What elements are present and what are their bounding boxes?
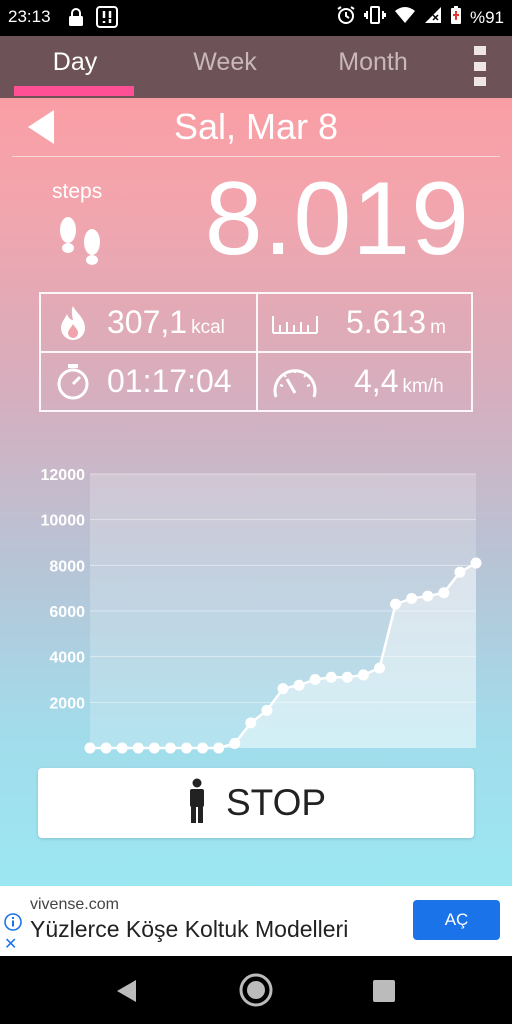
y-tick-label: 12000 (41, 467, 86, 484)
wifi-icon (394, 6, 416, 29)
tab-month[interactable]: Month (298, 36, 448, 98)
data-point (374, 662, 385, 674)
ad-close-icon[interactable]: ✕ (4, 934, 17, 954)
data-point (100, 742, 112, 754)
distance-unit: m (430, 317, 446, 338)
steps-count: 8.019 (204, 161, 470, 277)
speed-value: 4,4 (354, 363, 399, 399)
calories-value: 307,1 (107, 304, 188, 340)
data-point (454, 566, 466, 578)
ad-banner[interactable]: ✕ vivense.com Yüzlerce Köşe Koltuk Model… (0, 886, 512, 956)
data-point (116, 742, 128, 754)
data-point (277, 683, 289, 695)
active-tab-indicator (14, 86, 134, 96)
speedometer-icon (270, 361, 320, 408)
y-tick-label: 2000 (49, 695, 85, 712)
data-point (293, 679, 305, 691)
data-point (261, 704, 273, 716)
data-point (406, 592, 418, 604)
signal-icon (424, 6, 442, 29)
ad-cta-button[interactable]: AÇ (413, 900, 500, 940)
nav-back-icon[interactable] (114, 978, 138, 1008)
status-time: 23:13 (8, 7, 51, 26)
y-tick-label: 8000 (49, 558, 85, 575)
speed-unit: km/h (402, 376, 444, 397)
data-point (132, 742, 144, 754)
app-notification-icon (96, 6, 118, 33)
data-point (245, 717, 257, 729)
data-point (148, 742, 160, 754)
distance-cell: 5.613 m (258, 294, 471, 351)
steps-chart: 2000400060008000100001200024681012141618… (0, 426, 512, 778)
current-date: Sal, Mar 8 (173, 106, 339, 147)
data-point (438, 587, 450, 599)
data-point (422, 590, 434, 602)
divider (12, 156, 500, 157)
nav-home-icon[interactable] (238, 972, 274, 1012)
battery-level: %91 (469, 7, 504, 27)
status-bar: 23:13 %91 (0, 0, 512, 36)
data-point (357, 669, 369, 681)
duration-value: 01:17:04 (107, 363, 232, 399)
vibrate-icon (363, 5, 386, 30)
calories-cell: 307,1 kcal (41, 294, 256, 351)
nav-recents-icon[interactable] (372, 979, 396, 1007)
stop-button-label: STOP (225, 782, 327, 823)
ad-info-icon[interactable] (4, 913, 22, 935)
battery-icon (450, 5, 462, 30)
stop-button[interactable]: STOP (38, 768, 474, 838)
overflow-menu-icon[interactable] (474, 46, 488, 86)
flame-icon (57, 304, 89, 347)
data-point (470, 557, 482, 569)
system-nav-bar (0, 956, 512, 1024)
data-point (325, 671, 337, 683)
data-point (213, 742, 225, 754)
stopwatch-icon (53, 361, 93, 406)
data-point (197, 742, 209, 754)
calories-unit: kcal (191, 317, 225, 338)
distance-value: 5.613 (346, 304, 427, 340)
tab-bar: Day Week Month (0, 36, 512, 98)
speed-cell: 4,4 km/h (258, 353, 471, 410)
steps-chart-svg: 2000400060008000100001200024681012141618… (41, 467, 486, 778)
y-tick-label: 6000 (49, 604, 85, 621)
data-point (229, 737, 241, 749)
date-row: Sal, Mar 8 (0, 98, 512, 156)
data-point (84, 742, 96, 754)
stats-grid: 307,1 kcal 5.613 m 01:17:04 4,4 km/h (39, 292, 473, 412)
data-point (341, 671, 353, 683)
ruler-icon (272, 312, 318, 339)
ad-title[interactable]: Yüzlerce Köşe Koltuk Modelleri (30, 916, 348, 943)
steps-label: steps (52, 180, 103, 203)
tab-week[interactable]: Week (150, 36, 300, 98)
footprints-icon (54, 212, 108, 278)
ad-domain: vivense.com (30, 896, 119, 913)
y-tick-label: 10000 (41, 513, 86, 530)
alarm-icon (336, 5, 356, 30)
data-point (181, 742, 192, 754)
data-point (390, 598, 402, 610)
y-tick-label: 4000 (49, 650, 85, 667)
data-point (164, 742, 176, 754)
data-point (309, 674, 321, 685)
app-screen: Day Week Month Sal, Mar 8 steps 8.019 30… (0, 36, 512, 886)
lock-icon (68, 8, 84, 31)
duration-cell: 01:17:04 (41, 353, 256, 410)
person-icon (186, 778, 208, 828)
